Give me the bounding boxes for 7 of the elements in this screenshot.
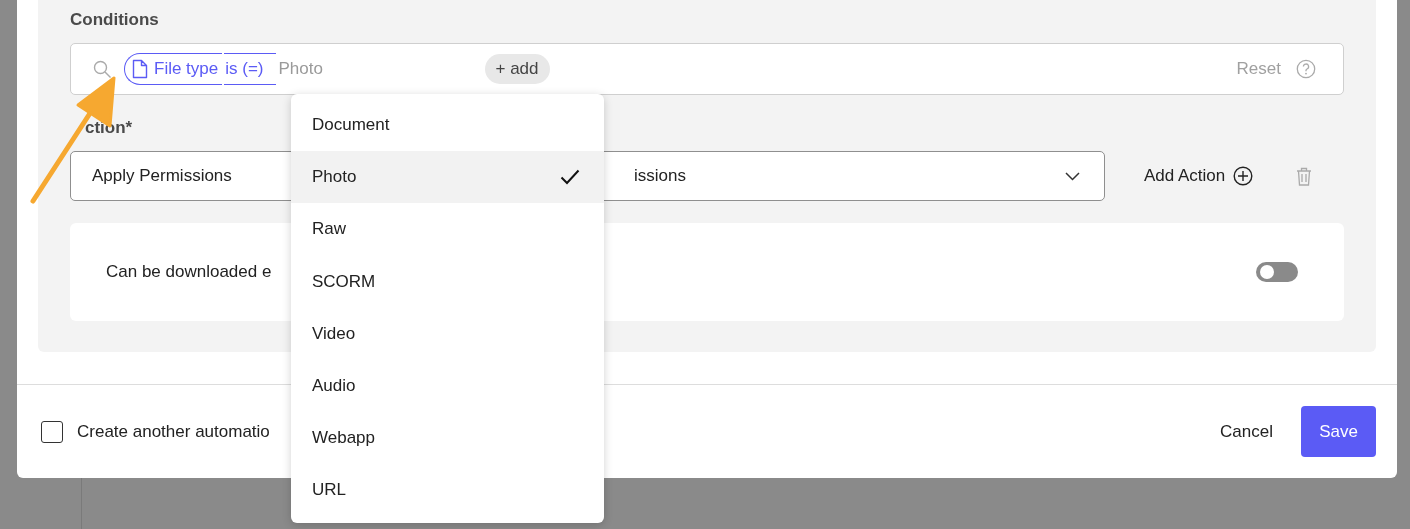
select-value: Apply Permissions bbox=[92, 166, 232, 185]
select-value: issions bbox=[634, 166, 687, 186]
field-label: ction* bbox=[85, 118, 133, 138]
checkbox-label: Create another automatio bbox=[77, 421, 270, 442]
section-label: Conditions bbox=[70, 10, 160, 30]
permission-label: Can be downloaded e bbox=[106, 262, 272, 281]
filter-field: File type bbox=[154, 59, 219, 79]
